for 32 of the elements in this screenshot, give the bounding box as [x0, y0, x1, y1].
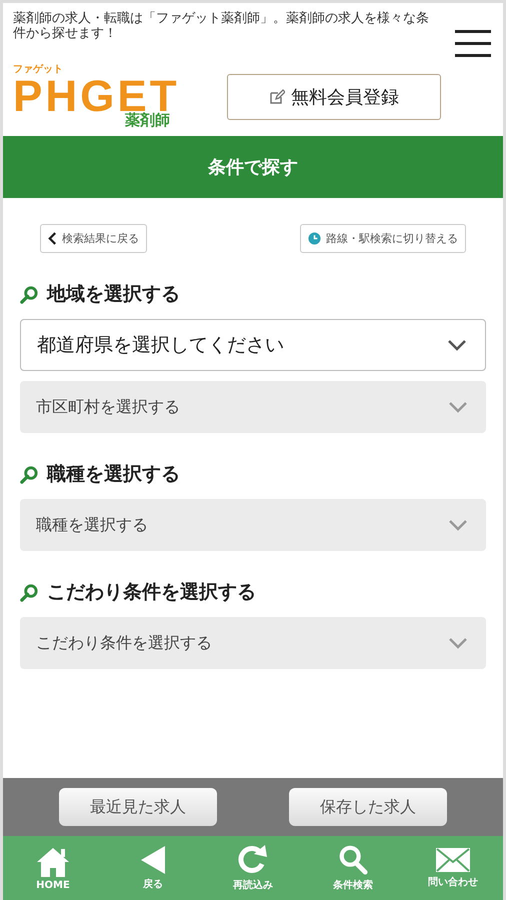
dropdown-select[interactable]: 都道府県を選択してください [20, 319, 486, 371]
switch-search-button[interactable]: 路線・駅検索に切り替える [300, 224, 466, 253]
chevron-left-icon [48, 232, 57, 245]
register-button[interactable]: 無料会員登録 [227, 74, 441, 120]
search-icon [20, 464, 39, 484]
search-icon[interactable] [338, 844, 368, 876]
chevron-down-icon [447, 339, 467, 351]
back-to-results-button[interactable]: 検索結果に戻る [40, 224, 147, 253]
dropdown-select[interactable]: 職種を選択する [20, 499, 486, 551]
chevron-down-icon [448, 519, 468, 531]
search-icon [20, 582, 39, 602]
page-title-bar: 条件で探す [3, 136, 503, 198]
site-description: 薬剤師の求人・転職は「ファゲット薬剤師」。薬剤師の求人を様々な条件から探せます！ [13, 11, 430, 41]
saved-jobs-button[interactable]: 保存した求人 [289, 788, 447, 826]
logo-tagline: ファゲット [13, 65, 64, 75]
saved-jobs-button[interactable]: 最近見た求人 [59, 788, 217, 826]
mail-icon[interactable] [435, 847, 471, 873]
section-heading: 職種を選択する [47, 462, 180, 487]
search-icon [20, 284, 39, 304]
logo-subtitle: 薬剤師 [125, 113, 170, 128]
section-heading: 地域を選択する [47, 282, 180, 307]
chevron-down-icon [448, 401, 468, 413]
reload-icon[interactable] [237, 844, 269, 876]
back-triangle-icon[interactable] [140, 845, 166, 875]
home-icon[interactable] [36, 846, 70, 878]
dropdown-select[interactable]: 市区町村を選択する [20, 381, 486, 433]
section-heading: こだわり条件を選択する [47, 580, 256, 605]
menu-icon[interactable] [455, 27, 491, 59]
clock-icon [308, 232, 321, 245]
chevron-down-icon [448, 637, 468, 649]
dropdown-select[interactable]: こだわり条件を選択する [20, 617, 486, 669]
edit-icon [269, 88, 285, 104]
